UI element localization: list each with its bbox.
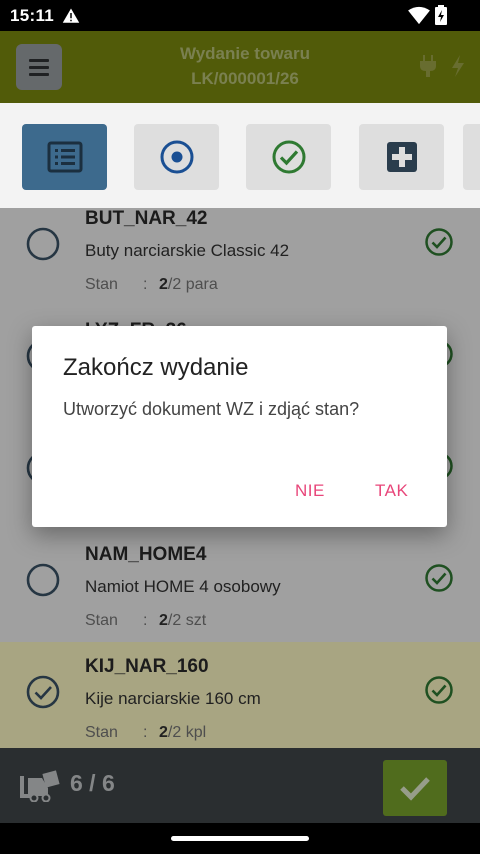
home-gesture-handle[interactable] (171, 836, 309, 841)
battery-icon (435, 5, 447, 25)
tab-list[interactable] (22, 124, 107, 190)
wifi-icon (408, 6, 430, 25)
status-time: 15:11 (10, 6, 55, 25)
tab-pending[interactable] (134, 124, 219, 190)
list-icon (47, 141, 83, 173)
system-nav-bar (0, 823, 480, 854)
dialog-message: Utworzyć dokument WZ i zdjąć stan? (63, 399, 360, 419)
dialog-yes-button[interactable]: TAK (375, 481, 408, 501)
plus-square-icon (387, 142, 417, 172)
target-icon (160, 140, 194, 174)
tab-completed[interactable] (246, 124, 331, 190)
tab-more[interactable] (463, 124, 480, 190)
dialog-no-button[interactable]: NIE (295, 481, 325, 501)
status-bar: 15:11 (0, 0, 480, 31)
dialog-title: Zakończ wydanie (63, 354, 249, 381)
tab-add[interactable] (359, 124, 444, 190)
warning-icon (62, 8, 80, 23)
toolbar (0, 103, 480, 208)
confirm-dialog: Zakończ wydanie Utworzyć dokument WZ i z… (32, 326, 447, 527)
check-circle-icon (272, 140, 306, 174)
